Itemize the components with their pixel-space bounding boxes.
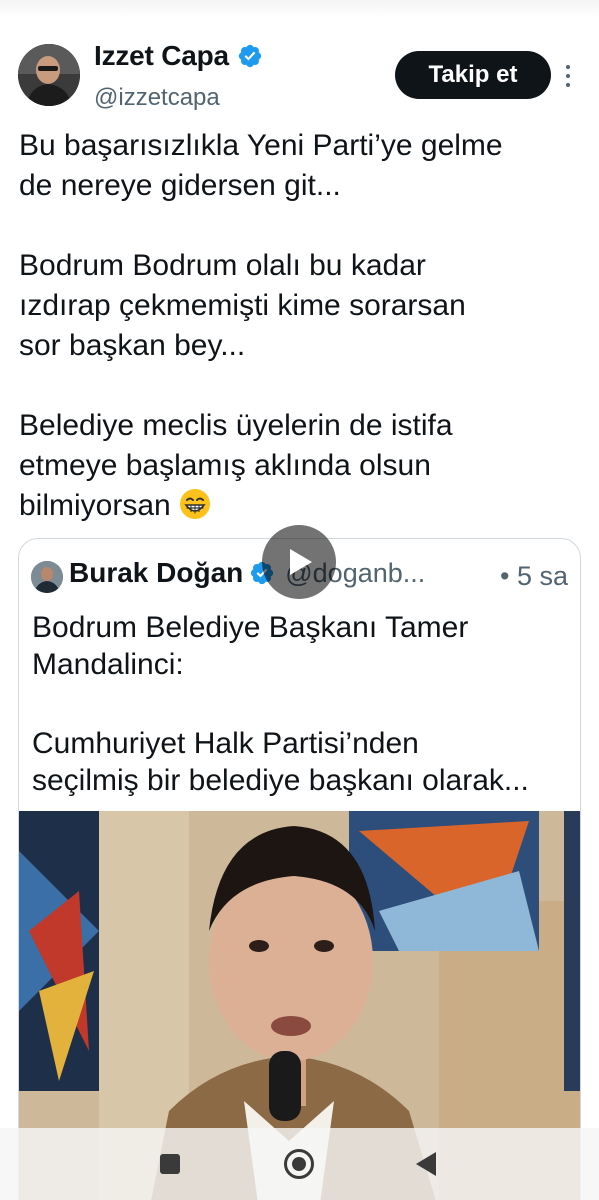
more-options-icon[interactable] (558, 62, 578, 90)
tweet-line: sor başkan bey... (19, 329, 246, 362)
grinning-face-emoji-icon (180, 489, 211, 519)
tweet-line: de nereye gidersen git... (19, 169, 341, 202)
system-navigation-bar (0, 1128, 599, 1200)
quoted-line: Mandalinci: (32, 648, 184, 681)
quoted-line: Bodrum Belediye Başkanı Tamer (32, 611, 469, 644)
quoted-text: Bodrum Belediye Başkanı Tamer Mandalinci… (32, 609, 572, 799)
verified-badge-icon (238, 44, 262, 68)
quoted-display-name[interactable]: Burak Doğan (69, 557, 243, 589)
tweet-line: Belediye meclis üyelerin de istifa (19, 409, 453, 442)
quoted-timestamp[interactable]: • 5 sa (500, 561, 568, 592)
follow-button[interactable]: Takip et (395, 51, 551, 99)
home-icon[interactable] (284, 1149, 314, 1179)
quoted-header: Burak Doğan @doganb... (69, 557, 425, 589)
back-icon[interactable] (416, 1152, 436, 1176)
author-display-name[interactable]: Izzet Capa (94, 40, 229, 72)
tweet-last-line: bilmiyorsan (19, 486, 584, 526)
tweet-line-text: bilmiyorsan (19, 489, 171, 522)
author-handle[interactable]: @izzetcapa (94, 84, 220, 112)
play-icon[interactable] (262, 525, 336, 599)
tweet-line: Bodrum Bodrum olalı bu kadar (19, 249, 426, 282)
recent-apps-icon[interactable] (160, 1154, 180, 1174)
author-name-row: Izzet Capa (94, 40, 263, 72)
quoted-tweet-card[interactable]: Burak Doğan @doganb... • 5 sa Bodrum Bel… (18, 538, 581, 1200)
quoted-author-avatar[interactable] (31, 561, 63, 593)
quoted-line: Cumhuriyet Halk Partisi’nden (32, 727, 419, 760)
tweet-line: ızdırap çekmemişti kime sorarsan (19, 289, 466, 322)
tweet-text: Bu başarısızlıkla Yeni Parti’ye gelme de… (19, 126, 584, 526)
author-avatar[interactable] (18, 44, 80, 106)
tweet-line: Bu başarısızlıkla Yeni Parti’ye gelme (19, 129, 503, 162)
top-edge-strip (0, 0, 599, 18)
tweet-line: etmeye başlamış aklında olsun (19, 449, 431, 482)
quoted-line: seçilmiş bir belediye başkanı olarak... (32, 764, 529, 797)
